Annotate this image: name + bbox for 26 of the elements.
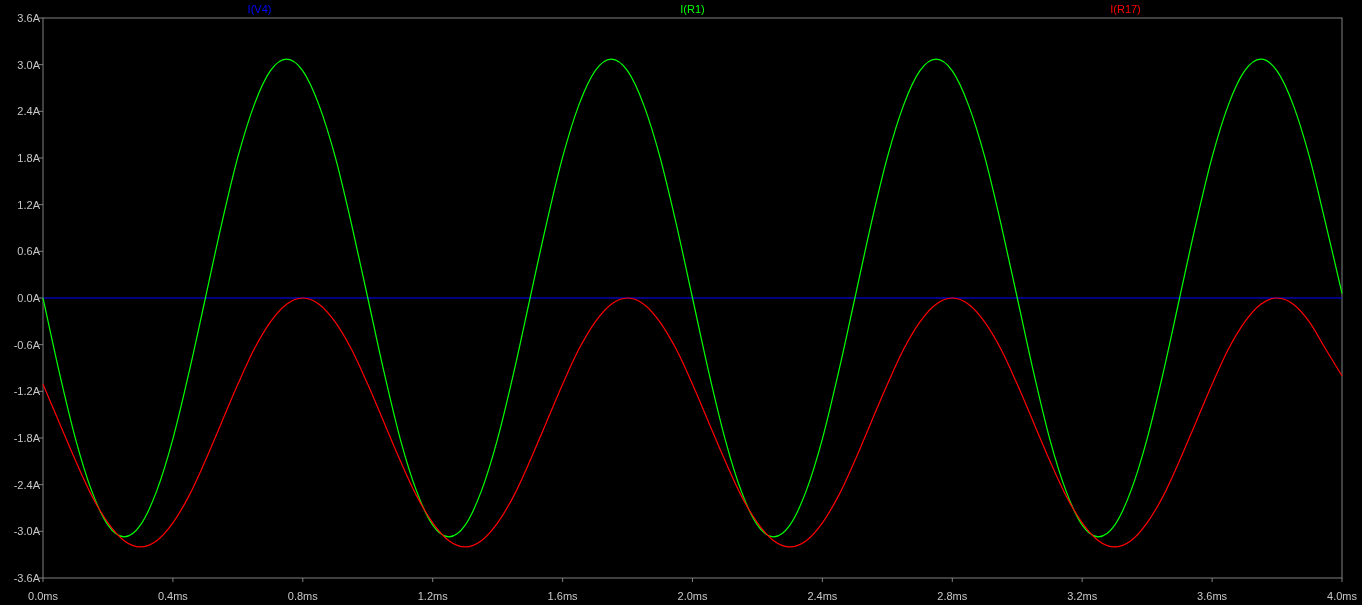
tick-label: 3.2ms [1067,590,1098,602]
tick-label: 4.0ms [1327,590,1357,602]
tick-label: 1.6ms [547,590,578,602]
tick-label: -3.0A [13,525,40,538]
tick-label: 3.6A [17,12,40,24]
tick-label: 2.0ms [677,590,708,602]
tick-label: 3.6ms [1197,590,1228,602]
tick-label: 0.0A [17,292,40,304]
tick-label: 2.4A [17,105,40,118]
tick-label: -2.4A [13,478,40,491]
tick-label: 1.8A [17,152,40,164]
tick-label: 0.8ms [287,590,318,602]
tick-label: 0.6A [17,245,40,258]
tick-label: 0.0ms [28,590,58,602]
tick-label: 2.4ms [807,590,838,602]
tick-label: -0.6A [13,338,40,351]
tick-label: -3.6A [13,572,40,584]
tick-label: -1.8A [13,432,40,444]
tick-label: -1.2A [13,385,40,398]
tick-label: 1.2A [17,198,40,211]
tick-label: 1.2ms [417,590,448,602]
tick-label: 0.4ms [157,590,188,602]
trace-label[interactable]: I(R17) [1110,3,1141,15]
tick-label: 2.8ms [937,590,968,602]
tick-label: 3.0A [17,58,40,71]
trace-label[interactable]: I(R1) [680,3,705,15]
